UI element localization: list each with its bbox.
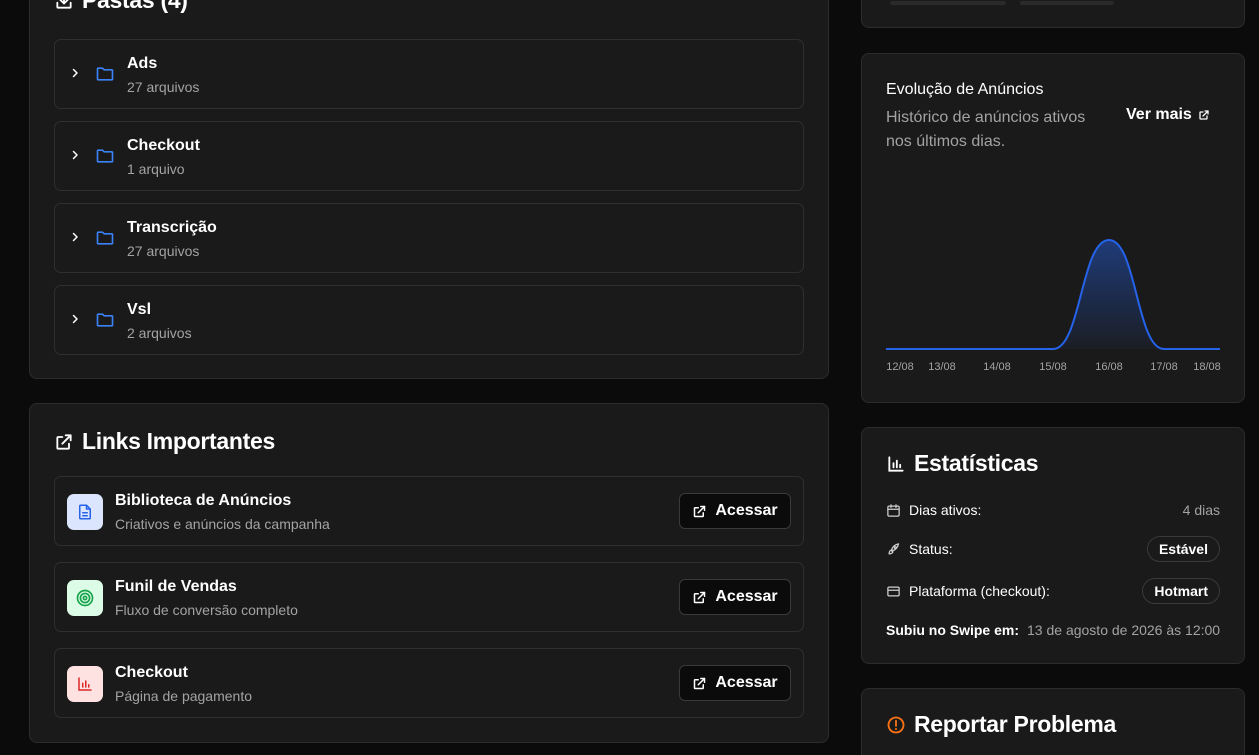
folder-count: 1 arquivo <box>127 161 185 177</box>
rocket-icon <box>888 542 900 554</box>
calendar-icon <box>887 503 900 517</box>
links-title-text: Links Importantes <box>82 428 275 454</box>
chevron-right-icon[interactable] <box>69 231 81 243</box>
credit-card-icon <box>887 586 900 596</box>
folders-card: Pastas (4) Ads 27 arquivos Checkout 1 ar… <box>29 0 829 379</box>
link-title: Biblioteca de Anúncios <box>115 492 292 509</box>
download-icon <box>56 0 72 9</box>
target-icon <box>76 589 94 607</box>
folder-count: 27 arquivos <box>127 79 200 95</box>
bar-chart-icon <box>78 677 92 691</box>
report-title-text: Reportar Problema <box>914 711 1116 737</box>
pill-tag[interactable] <box>1020 1 1114 5</box>
folder-count: 2 arquivos <box>127 325 192 341</box>
folder-icon <box>96 149 114 163</box>
folder-row-transcricao[interactable]: Transcrição 27 arquivos <box>54 203 804 273</box>
stats-title: Estatísticas <box>886 450 1039 477</box>
x-tick-label: 14/08 <box>983 361 1011 373</box>
link-title: Funil de Vendas <box>115 578 237 595</box>
link-row-checkout: Checkout Página de pagamento Acessar <box>54 648 804 718</box>
chevron-right-icon[interactable] <box>69 67 81 79</box>
access-button[interactable]: Acessar <box>679 665 791 701</box>
chevron-right-icon[interactable] <box>69 313 81 325</box>
link-subtitle: Criativos e anúncios da campanha <box>115 516 330 532</box>
external-link-icon <box>694 591 706 603</box>
area-chart: 12/08 13/08 14/08 15/08 16/08 17/08 18/08 <box>886 238 1221 373</box>
link-row-funil: Funil de Vendas Fluxo de conversão compl… <box>54 562 804 632</box>
report-title[interactable]: Reportar Problema <box>886 711 1116 738</box>
access-button-label: Acessar <box>715 502 778 519</box>
document-icon <box>79 504 91 520</box>
ver-mais-link[interactable]: Ver mais <box>1126 106 1210 124</box>
folder-icon <box>96 67 114 81</box>
alert-circle-icon <box>887 716 905 733</box>
chart-card: Evolução de Anúncios Histórico de anúnci… <box>861 53 1245 403</box>
stat-row-dias: Dias ativos: 4 dias <box>886 497 1220 523</box>
access-button[interactable]: Acessar <box>679 493 791 529</box>
pill-tag[interactable] <box>890 1 1006 5</box>
stat-row-status: Status: Estável <box>886 536 1220 562</box>
chart-subtitle: Histórico de anúncios ativos nos últimos… <box>886 109 1086 150</box>
folder-name: Checkout <box>127 137 200 154</box>
folders-title: Pastas (4) <box>54 0 188 14</box>
stats-title-text: Estatísticas <box>914 450 1039 476</box>
folder-name: Transcrição <box>127 219 217 236</box>
stat-label: Plataforma (checkout): <box>909 583 1050 599</box>
folder-row-checkout[interactable]: Checkout 1 arquivo <box>54 121 804 191</box>
x-tick-label: 13/08 <box>928 361 956 373</box>
stat-row-plataforma: Plataforma (checkout): Hotmart <box>886 578 1220 604</box>
external-link-icon <box>1199 110 1209 120</box>
folder-count: 27 arquivos <box>127 243 200 259</box>
link-subtitle: Página de pagamento <box>115 688 252 704</box>
link-subtitle: Fluxo de conversão completo <box>115 602 298 618</box>
x-tick-label: 12/08 <box>886 361 914 373</box>
x-tick-label: 16/08 <box>1095 361 1123 373</box>
link-icon-box <box>67 580 103 616</box>
swipe-value: 13 de agosto de 2026 às 12:00 <box>1027 622 1221 638</box>
folders-title-text: Pastas (4) <box>82 0 188 13</box>
external-link-icon <box>694 677 706 689</box>
chart-title: Evolução de Anúncios <box>886 81 1044 98</box>
link-icon-box <box>67 666 103 702</box>
stat-label: Status: <box>909 541 953 557</box>
access-button-label: Acessar <box>715 588 778 605</box>
chart-area-fill <box>886 240 1220 349</box>
folder-row-ads[interactable]: Ads 27 arquivos <box>54 39 804 109</box>
top-right-card <box>861 0 1245 28</box>
link-title: Checkout <box>115 664 188 681</box>
external-link-icon <box>694 505 706 517</box>
stat-value: 4 dias <box>1182 502 1220 518</box>
folder-icon <box>96 231 114 245</box>
folder-name: Ads <box>127 55 158 72</box>
bar-chart-icon <box>888 455 904 472</box>
link-icon-box <box>67 494 103 530</box>
platform-badge: Hotmart <box>1142 578 1220 604</box>
links-title: Links Importantes <box>54 428 275 455</box>
swipe-label: Subiu no Swipe em: <box>886 622 1020 638</box>
report-card: Reportar Problema <box>861 688 1245 755</box>
status-badge: Estável <box>1146 536 1220 562</box>
access-button-label: Acessar <box>715 674 778 691</box>
x-tick-label: 15/08 <box>1039 361 1067 373</box>
x-tick-label: 18/08 <box>1193 361 1221 373</box>
chart-series-line <box>886 238 1220 350</box>
folder-row-vsl[interactable]: Vsl 2 arquivos <box>54 285 804 355</box>
links-card: Links Importantes Biblioteca de Anúncios… <box>29 403 829 743</box>
stats-card: Estatísticas Dias ativos: 4 dias Status:… <box>861 427 1245 664</box>
stat-label: Dias ativos: <box>909 502 982 518</box>
ver-mais-label: Ver mais <box>1126 106 1192 123</box>
x-tick-label: 17/08 <box>1150 361 1178 373</box>
access-button[interactable]: Acessar <box>679 579 791 615</box>
link-row-biblioteca: Biblioteca de Anúncios Criativos e anúnc… <box>54 476 804 546</box>
folder-name: Vsl <box>127 301 152 318</box>
external-link-icon <box>56 433 72 450</box>
chevron-right-icon[interactable] <box>69 149 81 161</box>
swipe-date-row: Subiu no Swipe em: 13 de agosto de 2026 … <box>886 622 1220 638</box>
folder-icon <box>96 313 114 327</box>
